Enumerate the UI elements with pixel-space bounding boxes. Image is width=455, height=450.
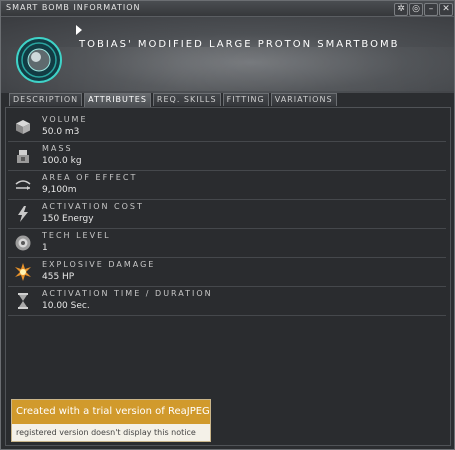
item-header: TOBIAS' MODIFIED LARGE PROTON SMARTBOMB (1, 17, 454, 93)
attribute-value: 1 (42, 243, 48, 253)
show-info-arrow-icon[interactable] (76, 25, 82, 35)
item-name: TOBIAS' MODIFIED LARGE PROTON SMARTBOMB (79, 39, 400, 50)
mass-weight-icon (17, 150, 29, 163)
attribute-value: 10.00 Sec. (42, 301, 90, 311)
title-bar[interactable]: SMART BOMB INFORMATION ✲ ◎ – ✕ (1, 1, 454, 17)
trial-watermark: Created with a trial version of ReaJPEG … (11, 399, 211, 442)
attribute-label: EXPLOSIVE DAMAGE (42, 260, 156, 269)
close-button[interactable]: ✕ (439, 3, 453, 16)
attribute-row-activation-cost: ACTIVATION COST 150 Energy (8, 199, 446, 229)
attribute-value: 455 HP (42, 272, 75, 282)
attribute-row-volume: VOLUME 50.0 m3 (8, 112, 446, 142)
attribute-label: ACTIVATION TIME / DURATION (42, 289, 213, 298)
window-title: SMART BOMB INFORMATION (6, 3, 141, 12)
attribute-value: 150 Energy (42, 214, 94, 224)
tech-level-icon (15, 235, 31, 251)
tab-bar: DESCRIPTION ATTRIBUTES REQ. SKILLS FITTI… (9, 93, 337, 107)
attribute-label: MASS (42, 144, 73, 153)
attribute-label: TECH LEVEL (42, 231, 111, 240)
tab-description[interactable]: DESCRIPTION (9, 93, 83, 106)
header-background-streak (1, 47, 454, 91)
attribute-label: AREA OF EFFECT (42, 173, 138, 182)
attribute-label: VOLUME (42, 115, 88, 124)
watermark-line-2: registered version doesn't display this … (12, 424, 210, 441)
attribute-value: 50.0 m3 (42, 127, 80, 137)
pin-button[interactable]: ✲ (394, 3, 408, 16)
settings-button[interactable]: ◎ (409, 3, 423, 16)
proton-smartbomb-icon[interactable] (15, 36, 63, 84)
tab-fitting[interactable]: FITTING (222, 93, 269, 106)
hourglass-icon (18, 293, 28, 309)
tab-variations[interactable]: VARIATIONS (270, 93, 337, 106)
watermark-line-1: Created with a trial version of ReaJPEG (12, 400, 210, 424)
tab-req-skills[interactable]: REQ. SKILLS (152, 93, 221, 106)
attribute-row-mass: MASS 100.0 kg (8, 141, 446, 171)
smart-bomb-info-window: SMART BOMB INFORMATION ✲ ◎ – ✕ TOBIAS' M… (0, 0, 455, 450)
area-of-effect-icon (15, 180, 31, 190)
attribute-row-activation-time: ACTIVATION TIME / DURATION 10.00 Sec. (8, 286, 446, 316)
attribute-value: 9,100m (42, 185, 77, 195)
attribute-value: 100.0 kg (42, 156, 82, 166)
attribute-row-tech-level: TECH LEVEL 1 (8, 228, 446, 258)
activation-cost-icon (18, 206, 28, 222)
volume-cube-icon (16, 120, 30, 134)
attribute-row-explosive-damage: EXPLOSIVE DAMAGE 455 HP (8, 257, 446, 287)
attribute-label: ACTIVATION COST (42, 202, 144, 211)
tab-attributes[interactable]: ATTRIBUTES (84, 93, 151, 107)
explosive-damage-icon (15, 263, 31, 281)
attributes-list[interactable]: VOLUME 50.0 m3 MASS 100.0 kg AREA OF EFF… (5, 107, 451, 446)
minimize-button[interactable]: – (424, 3, 438, 16)
attribute-row-area-of-effect: AREA OF EFFECT 9,100m (8, 170, 446, 200)
